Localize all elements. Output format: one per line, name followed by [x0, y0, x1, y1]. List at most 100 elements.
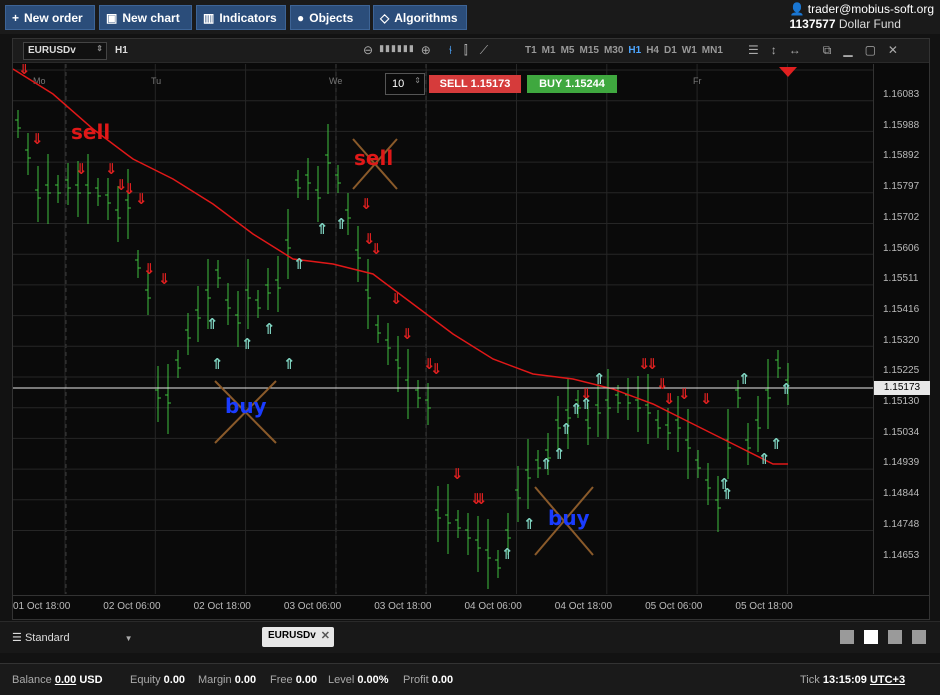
minimize-icon[interactable]: ▁: [843, 43, 852, 58]
alert-marker: [779, 67, 797, 77]
timeframe-selector: T1 M1 M5 M15 M30 H1 H4 D1 W1 MN1: [525, 45, 723, 56]
timeframe-m15[interactable]: M15: [579, 45, 598, 56]
sell-signal-arrow: ⇓: [143, 260, 156, 278]
sell-signal-arrow: ⇓: [158, 270, 171, 288]
sell-signal-arrow: ⇓: [370, 240, 383, 258]
time-tick: 02 Oct 06:00: [103, 601, 161, 612]
current-price-label: 1.15173: [874, 381, 930, 395]
vertical-scale-icon[interactable]: ↕: [771, 43, 777, 58]
chart-tab[interactable]: EURUSDv ✕: [262, 627, 334, 647]
buy-signal-arrow: ⇑: [758, 450, 771, 468]
price-tick: 1.16083: [883, 89, 920, 100]
day-label: Tu: [151, 76, 161, 86]
right-tools: ☰ ↕ ↔ ⧉ ▁ ▢ ✕: [748, 43, 898, 58]
timeframe-mn1[interactable]: MN1: [702, 45, 723, 56]
buy-signal-arrow: ⇑: [553, 445, 566, 463]
updown-icon: ⇕: [96, 44, 103, 53]
timeframe-m1[interactable]: M1: [542, 45, 556, 56]
timeframe-label: H1: [115, 45, 128, 56]
timeframe-m5[interactable]: M5: [561, 45, 575, 56]
buy-button[interactable]: BUY 1.15244: [527, 75, 617, 93]
objects-button[interactable]: ● Objects: [290, 5, 370, 30]
spinner-icon[interactable]: ⇕: [414, 76, 421, 85]
layout-tab-bar: ☰ Standard ▼ EURUSDv ✕: [0, 621, 940, 653]
zoom-in-icon[interactable]: ⊕: [421, 43, 431, 58]
lot-size-input[interactable]: 10 ⇕: [385, 73, 425, 95]
server-time: Tick 13:15:09 UTC+3: [800, 674, 906, 686]
sell-signal-arrow: ⇓: [401, 325, 414, 343]
timeframe-h4[interactable]: H4: [646, 45, 659, 56]
sell-signal-arrow: ⇓: [700, 390, 713, 408]
price-tick: 1.15225: [883, 365, 920, 377]
timeframe-w1[interactable]: W1: [682, 45, 697, 56]
chart-icon: ▣: [106, 10, 118, 25]
symbol-select[interactable]: EURUSDv ⇕: [23, 42, 107, 60]
price-tick: 1.15034: [883, 426, 920, 438]
annotation-label: sell: [354, 146, 393, 170]
single-view-icon[interactable]: [840, 630, 854, 644]
balance: Balance 0.00 USD: [12, 674, 103, 686]
margin: Margin 0.00: [198, 674, 257, 686]
detach-icon[interactable]: ⧉: [823, 43, 832, 58]
chart-window: EURUSDv ⇕ H1 ⊖ ▮▮▮▮▮▮ ⊕ ⫮ ⫿ ⟋ T1 M1 M5 M15 M…: [12, 38, 930, 620]
bars-icon: ▥: [203, 10, 215, 25]
buy-signal-arrow: ⇑: [540, 455, 553, 473]
new-chart-button[interactable]: ▣ New chart: [99, 5, 192, 30]
vertical-split-icon[interactable]: [888, 630, 902, 644]
crosshair-icon[interactable]: ⫮: [449, 43, 452, 58]
price-tick: 1.15702: [883, 211, 920, 223]
new-order-button[interactable]: + New order: [5, 5, 95, 30]
timeframe-m30[interactable]: M30: [604, 45, 623, 56]
horizontal-split-icon[interactable]: [912, 630, 926, 644]
annotation-label: sell: [71, 120, 110, 144]
view-layout-buttons: [840, 630, 926, 644]
time-axis[interactable]: 01 Oct 18:00 02 Oct 06:00 02 Oct 18:00 03 O…: [13, 595, 929, 619]
sell-button[interactable]: SELL 1.15173: [429, 75, 521, 93]
equity: Equity 0.00: [130, 674, 186, 686]
buy-signal-arrow: ⇑: [316, 220, 329, 238]
user-icon: 👤: [789, 2, 805, 16]
grid-view-icon[interactable]: [864, 630, 878, 644]
price-axis[interactable]: 1.15173 1.16083 1.15988 1.15892 1.15797 1.15…: [873, 64, 930, 594]
maximize-icon[interactable]: ▢: [865, 43, 876, 58]
algorithms-button[interactable]: ◇ Algorithms: [373, 5, 467, 30]
close-tab-icon[interactable]: ✕: [321, 629, 330, 642]
timeframe-h1[interactable]: H1: [628, 45, 641, 56]
indicators-button[interactable]: ▥ Indicators: [196, 5, 286, 30]
chevron-down-icon: ▼: [124, 634, 133, 643]
annotation-label: buy: [225, 394, 267, 418]
status-bar: Balance 0.00 USD Equity 0.00 Margin 0.00…: [0, 663, 940, 695]
account-info[interactable]: 👤 trader@mobius-soft.org 1137577 Dollar …: [789, 2, 934, 31]
time-tick: 05 Oct 06:00: [645, 601, 703, 612]
profit: Profit 0.00: [403, 674, 454, 686]
sell-signal-arrow: ⇓: [678, 385, 691, 403]
sell-signal-arrow: ⇓: [360, 195, 373, 213]
close-icon[interactable]: ✕: [888, 43, 898, 58]
buy-signal-arrow: ⇑: [593, 370, 606, 388]
plus-icon: +: [12, 10, 20, 25]
price-chart[interactable]: Mo Tu We Fr⇓⇓⇓ ⇓⇓⇓⇓⇓⇓⇓⇓⇓⇓⇓⇓⇓⇓⇓⇓⇓⇓⇓⇓⇓ ⇓ ⇓⇑⇑⇑⇑⇑⇑…: [13, 64, 873, 594]
candles-icon[interactable]: ⫿: [464, 43, 468, 58]
day-label: We: [329, 76, 342, 86]
timeframe-t1[interactable]: T1: [525, 45, 537, 56]
sell-signal-arrow: ⇓: [646, 355, 659, 373]
time-tick: 04 Oct 18:00: [554, 601, 613, 612]
layout-select[interactable]: ☰ Standard ▼: [12, 631, 133, 644]
buy-signal-arrow: ⇑: [211, 355, 224, 373]
menu-icon: ☰: [12, 632, 22, 644]
timeframe-d1[interactable]: D1: [664, 45, 677, 56]
buy-signal-arrow: ⇑: [560, 420, 573, 438]
zoom-out-icon[interactable]: ⊖: [363, 43, 373, 58]
indicator-list-icon[interactable]: ☰: [748, 43, 759, 58]
line-chart-icon[interactable]: ⟋: [480, 43, 488, 58]
price-tick: 1.14939: [883, 457, 920, 469]
price-tick: 1.15320: [883, 334, 920, 346]
account-type: Dollar Fund: [838, 17, 901, 31]
horizontal-scale-icon[interactable]: ↔: [789, 43, 801, 58]
sell-signal-arrow: ⇓: [75, 160, 88, 178]
zoom-slider[interactable]: ▮▮▮▮▮▮: [379, 43, 415, 58]
main-toolbar: + New order ▣ New chart ▥ Indicators ● Objec…: [0, 0, 940, 34]
sell-signal-arrow: ⇓: [18, 64, 31, 78]
sell-signal-arrow: ⇓: [135, 190, 148, 208]
sell-signal-arrow: ⇓: [31, 130, 44, 148]
